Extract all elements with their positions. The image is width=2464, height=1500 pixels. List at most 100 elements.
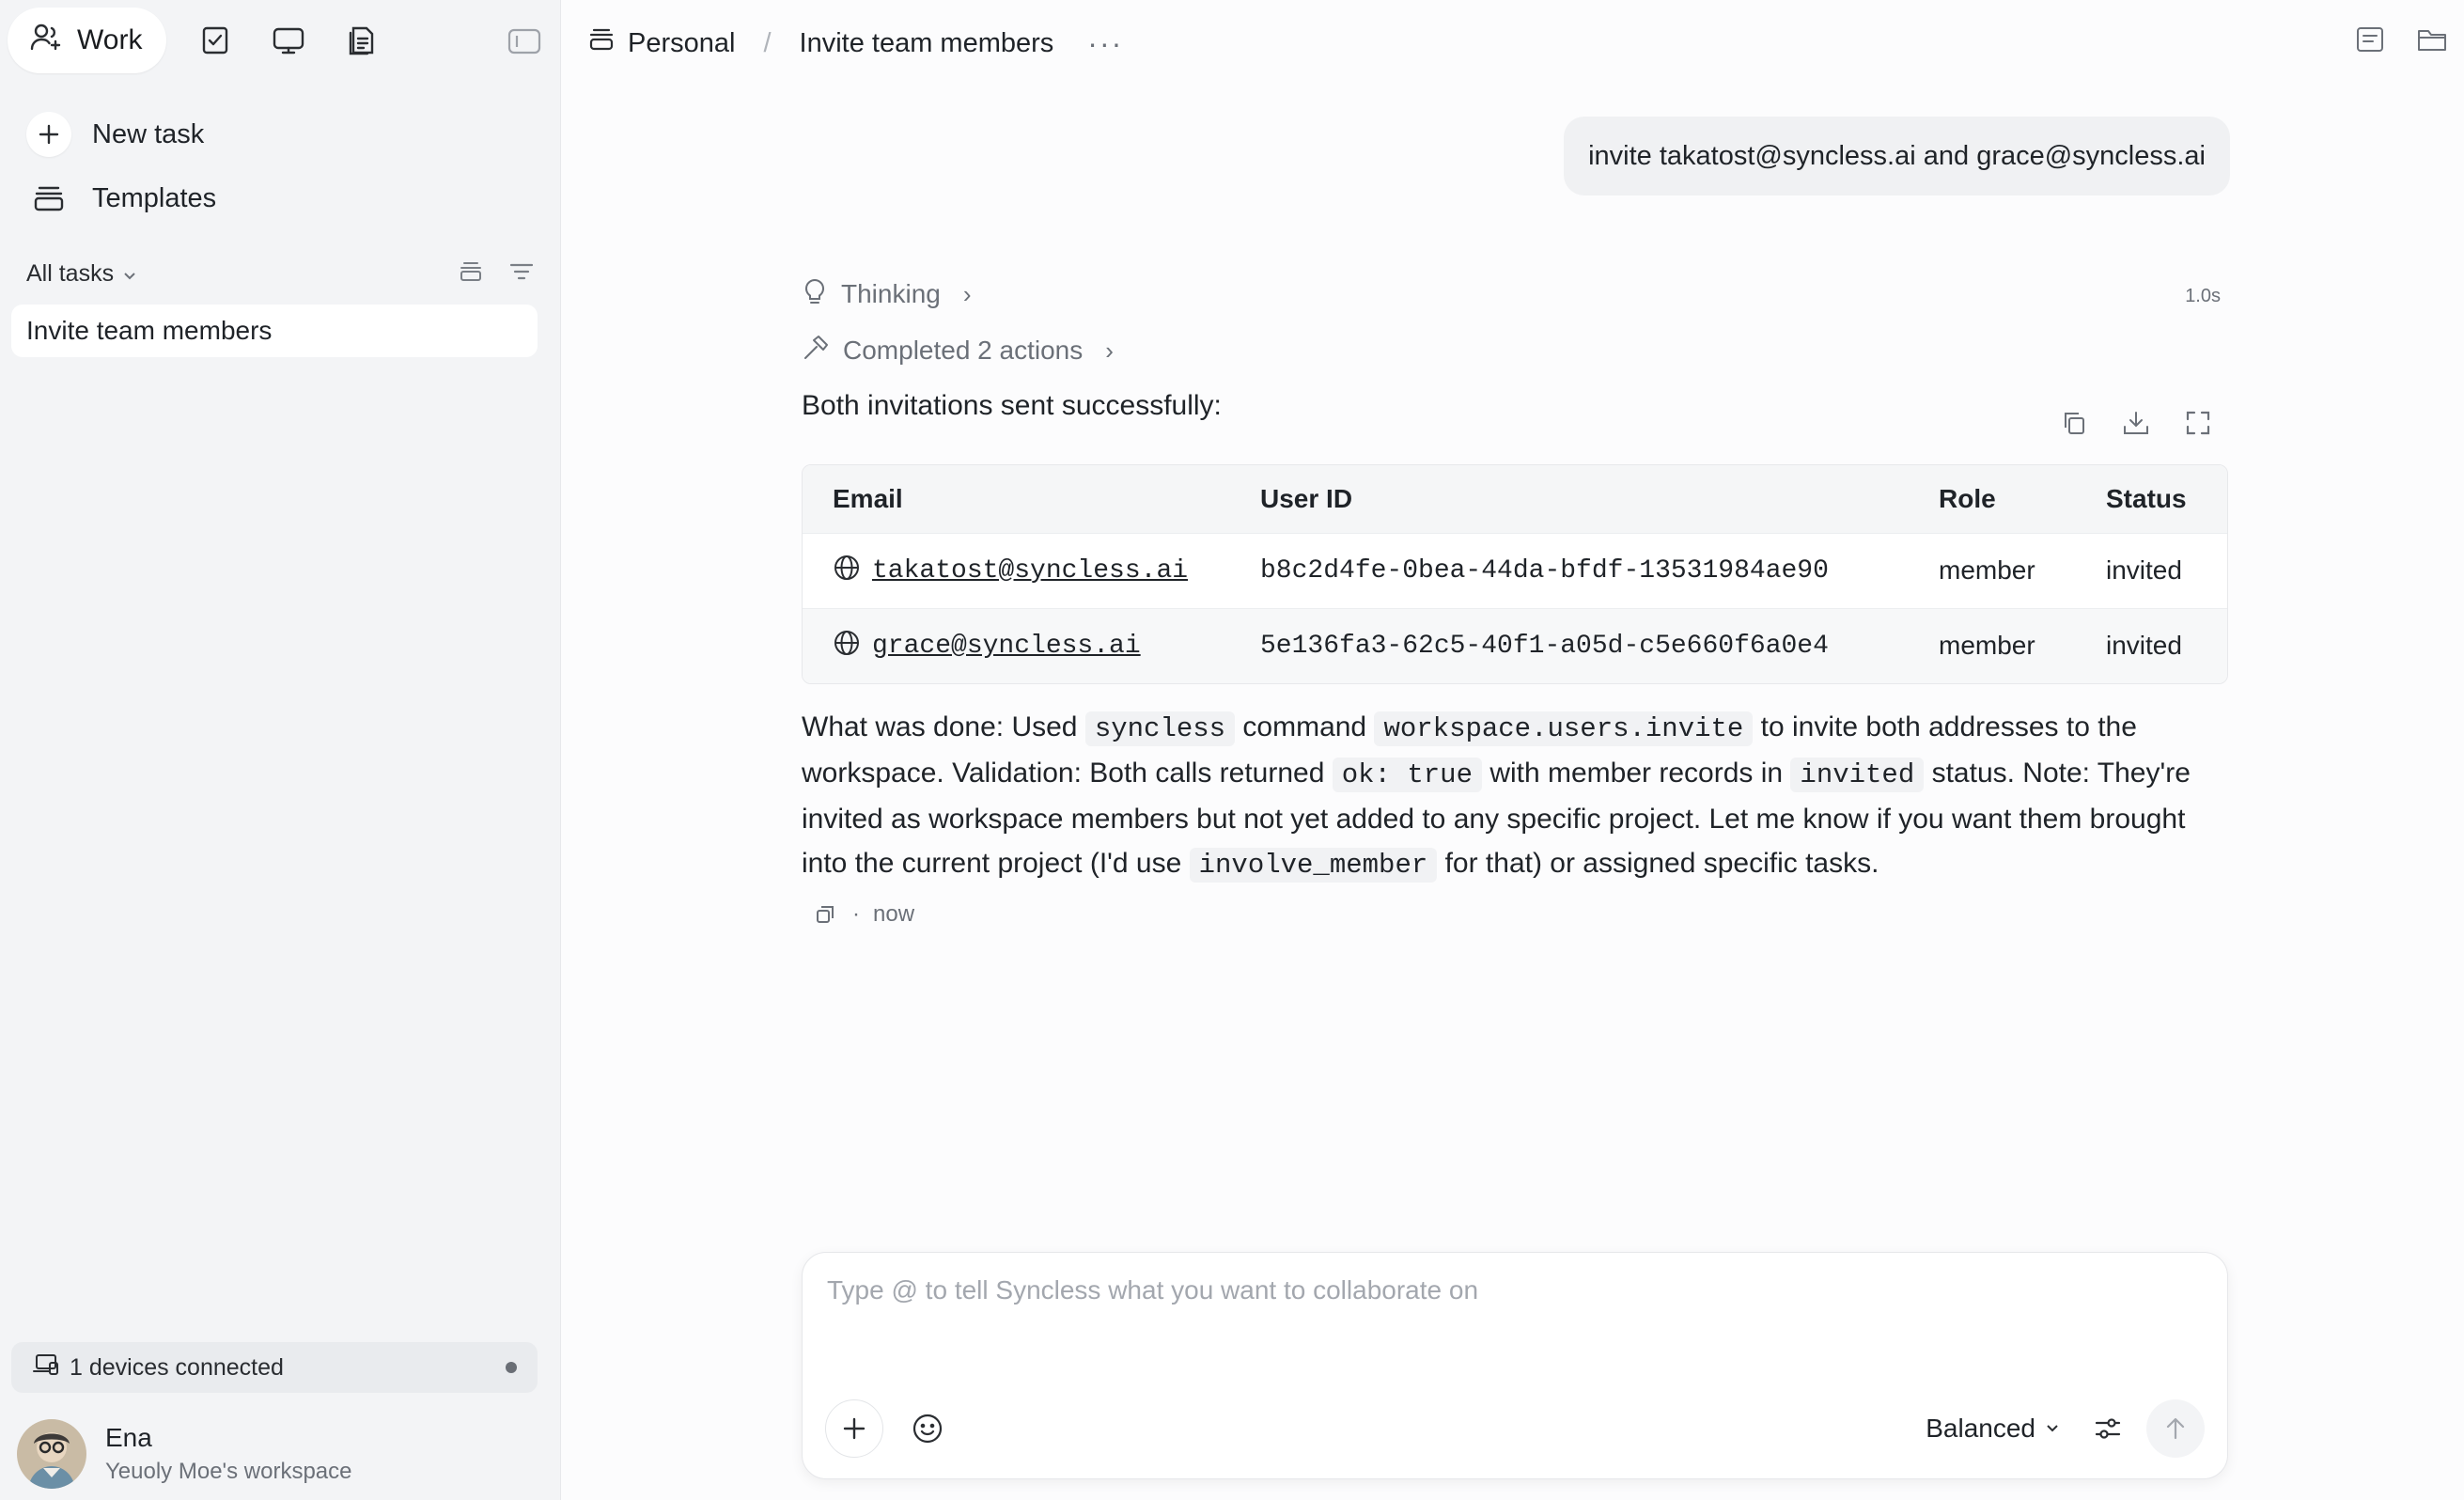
user-name: Ena [105,1423,152,1452]
column-header-role: Role [1909,465,2076,533]
email-cell: takatost@syncless.ai [803,532,1230,608]
message-footer: · now [802,900,2228,929]
chevron-down-icon [123,260,136,288]
message-time: now [873,901,915,927]
breadcrumb-task[interactable]: Invite team members [800,28,1054,59]
summary-segment: for that) or assigned specific tasks. [1437,848,1879,879]
role-cell: member [1909,607,2076,683]
expand-icon[interactable] [2181,406,2215,440]
inline-code: workspace.users.invite [1374,711,1754,746]
stack-icon [588,27,615,59]
monitor-icon[interactable] [264,16,313,65]
table-row: takatost@syncless.ai b8c2d4fe-0bea-44da-… [803,532,2227,608]
summary-text: What was done: Used syncless command wor… [802,705,2228,887]
arrow-up-icon [2166,1417,2185,1440]
actions-label: Completed 2 actions [843,336,1084,365]
notes-icon[interactable] [2351,21,2389,58]
main-panel: Personal / Invite team members ··· invit… [561,0,2464,1500]
chevron-right-icon: › [1105,336,1114,365]
work-tab[interactable]: Work [8,8,167,73]
intro-text: Both invitations sent successfully: [802,390,1222,421]
send-button[interactable] [2146,1399,2205,1458]
app: Work New task Templates All tasks Invite… [0,0,2464,1500]
new-task-button[interactable]: New task [26,111,204,158]
breadcrumb-project[interactable]: Personal [588,27,735,59]
globe-icon [833,554,861,588]
user-workspace: Yeuoly Moe's workspace [105,1459,352,1484]
stack-icon [26,176,71,221]
user-message: invite takatost@syncless.ai and grace@sy… [1564,117,2230,195]
user-message-text: invite takatost@syncless.ai and grace@sy… [1588,140,2206,171]
message-input[interactable] [827,1275,2199,1351]
sidebar-collapse-icon[interactable] [506,26,543,56]
breadcrumb-separator: / [763,27,772,58]
email-cell: grace@syncless.ai [803,607,1230,683]
thinking-time: 1.0s [2185,286,2221,306]
new-task-label: New task [92,118,205,149]
templates-label: Templates [92,182,217,213]
user-profile[interactable]: Ena Yeuoly Moe's workspace [17,1419,352,1489]
document-icon[interactable] [337,16,386,65]
composer: Balanced [802,1252,2228,1479]
footer-separator: · [852,901,860,927]
users-icon [30,23,62,58]
emoji-button[interactable] [906,1407,949,1450]
user-id-cell: b8c2d4fe-0bea-44da-bfdf-13531984ae90 [1230,532,1909,608]
inline-code: ok: true [1332,758,1482,792]
work-tab-label: Work [77,24,143,55]
templates-button[interactable]: Templates [26,175,216,222]
actions-toggle[interactable]: Completed 2 actions › [802,329,2228,372]
sliders-icon [2095,1418,2121,1439]
plus-icon [843,1417,866,1440]
task-item[interactable]: Invite team members [11,305,538,357]
plus-icon [26,112,71,157]
invites-table: Email User ID Role Status takatost@syncl… [802,464,2228,684]
inline-code: involve_member [1189,848,1438,883]
thinking-label: Thinking [841,279,941,308]
group-icon[interactable] [459,260,483,288]
attach-button[interactable] [825,1399,883,1458]
devices-icon [32,1352,60,1383]
top-nav: Work [8,8,553,73]
chevron-down-icon [2047,1425,2058,1432]
table-tools [2057,406,2215,440]
copy-icon[interactable] [2057,406,2091,440]
table-header-row: Email User ID Role Status [803,465,2227,533]
devices-label: 1 devices connected [70,1353,284,1381]
thinking-toggle[interactable]: Thinking › [802,273,2228,316]
column-header-status: Status [2076,465,2227,533]
smiley-icon [912,1414,943,1444]
more-options-button[interactable]: ··· [1087,26,1123,61]
lightbulb-icon [802,277,828,312]
chevron-right-icon: › [962,279,972,308]
breadcrumb-project-label: Personal [628,27,736,58]
filter-icon[interactable] [509,261,534,287]
user-id-cell: 5e136fa3-62c5-40f1-a05d-c5e660f6a0e4 [1230,607,1909,683]
settings-sliders-button[interactable] [2088,1409,2128,1448]
summary-segment: command [1235,711,1375,742]
summary-segment: with member records in [1481,758,1791,789]
assistant-message: Thinking › 1.0s Completed 2 actions › Bo… [802,273,2228,929]
status-cell: invited [2076,532,2227,608]
column-header-user-id: User ID [1230,465,1909,533]
globe-icon [833,629,861,664]
mode-dropdown[interactable]: Balanced [1926,1405,2060,1452]
status-cell: invited [2076,607,2227,683]
folder-icon[interactable] [2413,21,2451,58]
connection-dot [506,1362,517,1373]
all-tasks-label: All tasks [26,259,115,287]
email-link[interactable]: grace@syncless.ai [872,632,1141,661]
column-header-email: Email [803,465,1230,533]
avatar [17,1419,86,1489]
inline-code: invited [1790,758,1925,792]
breadcrumb: Personal / Invite team members ··· [588,21,1123,66]
task-check-icon[interactable] [191,16,240,65]
all-tasks-dropdown[interactable]: All tasks [26,260,136,288]
devices-status[interactable]: 1 devices connected [11,1342,538,1393]
copy-icon[interactable] [811,900,839,929]
table-row: grace@syncless.ai 5e136fa3-62c5-40f1-a05… [803,607,2227,683]
download-icon[interactable] [2119,406,2153,440]
summary-segment: What was done: Used [802,711,1085,742]
email-link[interactable]: takatost@syncless.ai [872,556,1188,586]
inline-code: syncless [1084,711,1236,746]
